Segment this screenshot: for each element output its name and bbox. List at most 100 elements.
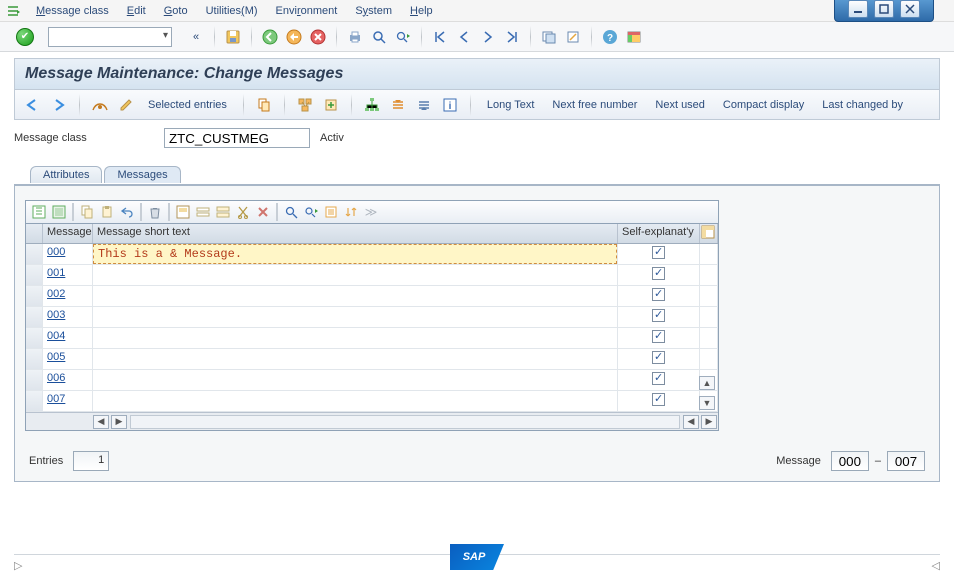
- self-explanatory-cell[interactable]: [618, 391, 700, 411]
- find-next-icon[interactable]: [393, 27, 413, 47]
- message-class-input[interactable]: [164, 128, 310, 148]
- self-explanatory-cell[interactable]: [618, 265, 700, 285]
- grid-find-next-icon[interactable]: [302, 203, 320, 221]
- message-number-link[interactable]: 004: [47, 330, 65, 342]
- menu-goto[interactable]: Goto: [162, 3, 190, 19]
- self-explanatory-checkbox[interactable]: [652, 351, 665, 364]
- menu-edit[interactable]: Edit: [125, 3, 148, 19]
- prev-page-icon[interactable]: [454, 27, 474, 47]
- expand-all-icon[interactable]: [388, 95, 408, 115]
- grid-select-block-icon[interactable]: [174, 203, 192, 221]
- message-number-cell[interactable]: 001: [43, 265, 93, 285]
- grid-hscroll-left[interactable]: ◀: [93, 415, 109, 429]
- self-explanatory-cell[interactable]: [618, 349, 700, 369]
- grid-hscroll-left2[interactable]: ◀: [683, 415, 699, 429]
- menu-environment[interactable]: Environment: [274, 3, 340, 19]
- row-selector[interactable]: [26, 370, 43, 390]
- print-icon[interactable]: [345, 27, 365, 47]
- message-text-cell[interactable]: [93, 244, 618, 264]
- message-text-cell[interactable]: [93, 370, 618, 390]
- where-used-icon[interactable]: [295, 95, 315, 115]
- next-used-button[interactable]: Next used: [649, 97, 711, 113]
- pencil-icon[interactable]: [116, 95, 136, 115]
- row-selector[interactable]: [26, 244, 43, 264]
- next-page-icon[interactable]: [478, 27, 498, 47]
- grid-select-all-icon[interactable]: [50, 203, 68, 221]
- last-page-icon[interactable]: [502, 27, 522, 47]
- message-text-cell[interactable]: [93, 391, 618, 411]
- grid-header-selector[interactable]: [26, 224, 43, 243]
- menu-help[interactable]: Help: [408, 3, 435, 19]
- message-number-cell[interactable]: 004: [43, 328, 93, 348]
- row-selector[interactable]: [26, 328, 43, 348]
- compact-display-button[interactable]: Compact display: [717, 97, 810, 113]
- row-selector[interactable]: [26, 286, 43, 306]
- info-icon[interactable]: i: [440, 95, 460, 115]
- tab-messages[interactable]: Messages: [104, 166, 180, 183]
- tab-attributes[interactable]: Attributes: [30, 166, 102, 183]
- last-changed-by-button[interactable]: Last changed by: [816, 97, 909, 113]
- minimize-button[interactable]: [848, 0, 868, 18]
- message-number-cell[interactable]: 000: [43, 244, 93, 264]
- menu-system[interactable]: System: [353, 3, 394, 19]
- hierarchy-icon[interactable]: [362, 95, 382, 115]
- row-selector[interactable]: [26, 265, 43, 285]
- grid-vscroll-down[interactable]: ▼: [699, 396, 715, 410]
- message-number-link[interactable]: 000: [47, 246, 65, 258]
- grid-settings-icon[interactable]: [322, 203, 340, 221]
- history-back-icon[interactable]: «: [186, 27, 206, 47]
- long-text-button[interactable]: Long Text: [481, 97, 541, 113]
- command-field-expand-icon[interactable]: [6, 4, 20, 18]
- range-from-input[interactable]: [831, 451, 869, 471]
- self-explanatory-cell[interactable]: [618, 307, 700, 327]
- grid-hscroll-track[interactable]: [130, 415, 680, 429]
- menu-message-class[interactable]: Message class: [34, 3, 111, 19]
- grid-dup-row-icon[interactable]: [214, 203, 232, 221]
- message-text-cell[interactable]: [93, 328, 618, 348]
- self-explanatory-cell[interactable]: [618, 286, 700, 306]
- self-explanatory-checkbox[interactable]: [652, 393, 665, 406]
- new-session-icon[interactable]: [539, 27, 559, 47]
- message-number-link[interactable]: 003: [47, 309, 65, 321]
- message-text-input[interactable]: [93, 244, 617, 264]
- message-number-link[interactable]: 005: [47, 351, 65, 363]
- self-explanatory-checkbox[interactable]: [652, 330, 665, 343]
- grid-sort-icon[interactable]: [342, 203, 360, 221]
- message-number-cell[interactable]: 006: [43, 370, 93, 390]
- grid-undo-icon[interactable]: [118, 203, 136, 221]
- first-page-icon[interactable]: [430, 27, 450, 47]
- grid-hscroll-right2[interactable]: ▶: [701, 415, 717, 429]
- next-free-number-button[interactable]: Next free number: [546, 97, 643, 113]
- grid-copy-icon[interactable]: [78, 203, 96, 221]
- save-icon[interactable]: [223, 27, 243, 47]
- grid-header-message[interactable]: Message: [43, 224, 93, 243]
- message-number-link[interactable]: 002: [47, 288, 65, 300]
- exit-icon[interactable]: [284, 27, 304, 47]
- message-text-cell[interactable]: [93, 349, 618, 369]
- message-number-link[interactable]: 001: [47, 267, 65, 279]
- selected-entries-button[interactable]: Selected entries: [142, 97, 233, 113]
- help-icon[interactable]: ?: [600, 27, 620, 47]
- self-explanatory-checkbox[interactable]: [652, 267, 665, 280]
- message-text-cell[interactable]: [93, 286, 618, 306]
- menu-utilities[interactable]: Utilities(M): [204, 3, 260, 19]
- expand-icon[interactable]: [321, 95, 341, 115]
- grid-header-short-text[interactable]: Message short text: [93, 224, 618, 243]
- grid-find-icon[interactable]: [282, 203, 300, 221]
- message-number-cell[interactable]: 003: [43, 307, 93, 327]
- message-number-cell[interactable]: 007: [43, 391, 93, 411]
- grid-new-row-icon[interactable]: [30, 203, 48, 221]
- collapse-all-icon[interactable]: [414, 95, 434, 115]
- grid-header-self-exp[interactable]: Self-explanat'y: [618, 224, 700, 243]
- arrow-right-icon[interactable]: [49, 95, 69, 115]
- range-to-input[interactable]: [887, 451, 925, 471]
- command-field[interactable]: [48, 27, 172, 47]
- message-text-cell[interactable]: [93, 307, 618, 327]
- grid-delete-icon[interactable]: [254, 203, 272, 221]
- grid-cut-icon[interactable]: [234, 203, 252, 221]
- self-explanatory-cell[interactable]: [618, 328, 700, 348]
- grid-ins-row-icon[interactable]: [194, 203, 212, 221]
- self-explanatory-cell[interactable]: [618, 244, 700, 264]
- status-right-handle[interactable]: ◁: [932, 559, 940, 572]
- self-explanatory-checkbox[interactable]: [652, 246, 665, 259]
